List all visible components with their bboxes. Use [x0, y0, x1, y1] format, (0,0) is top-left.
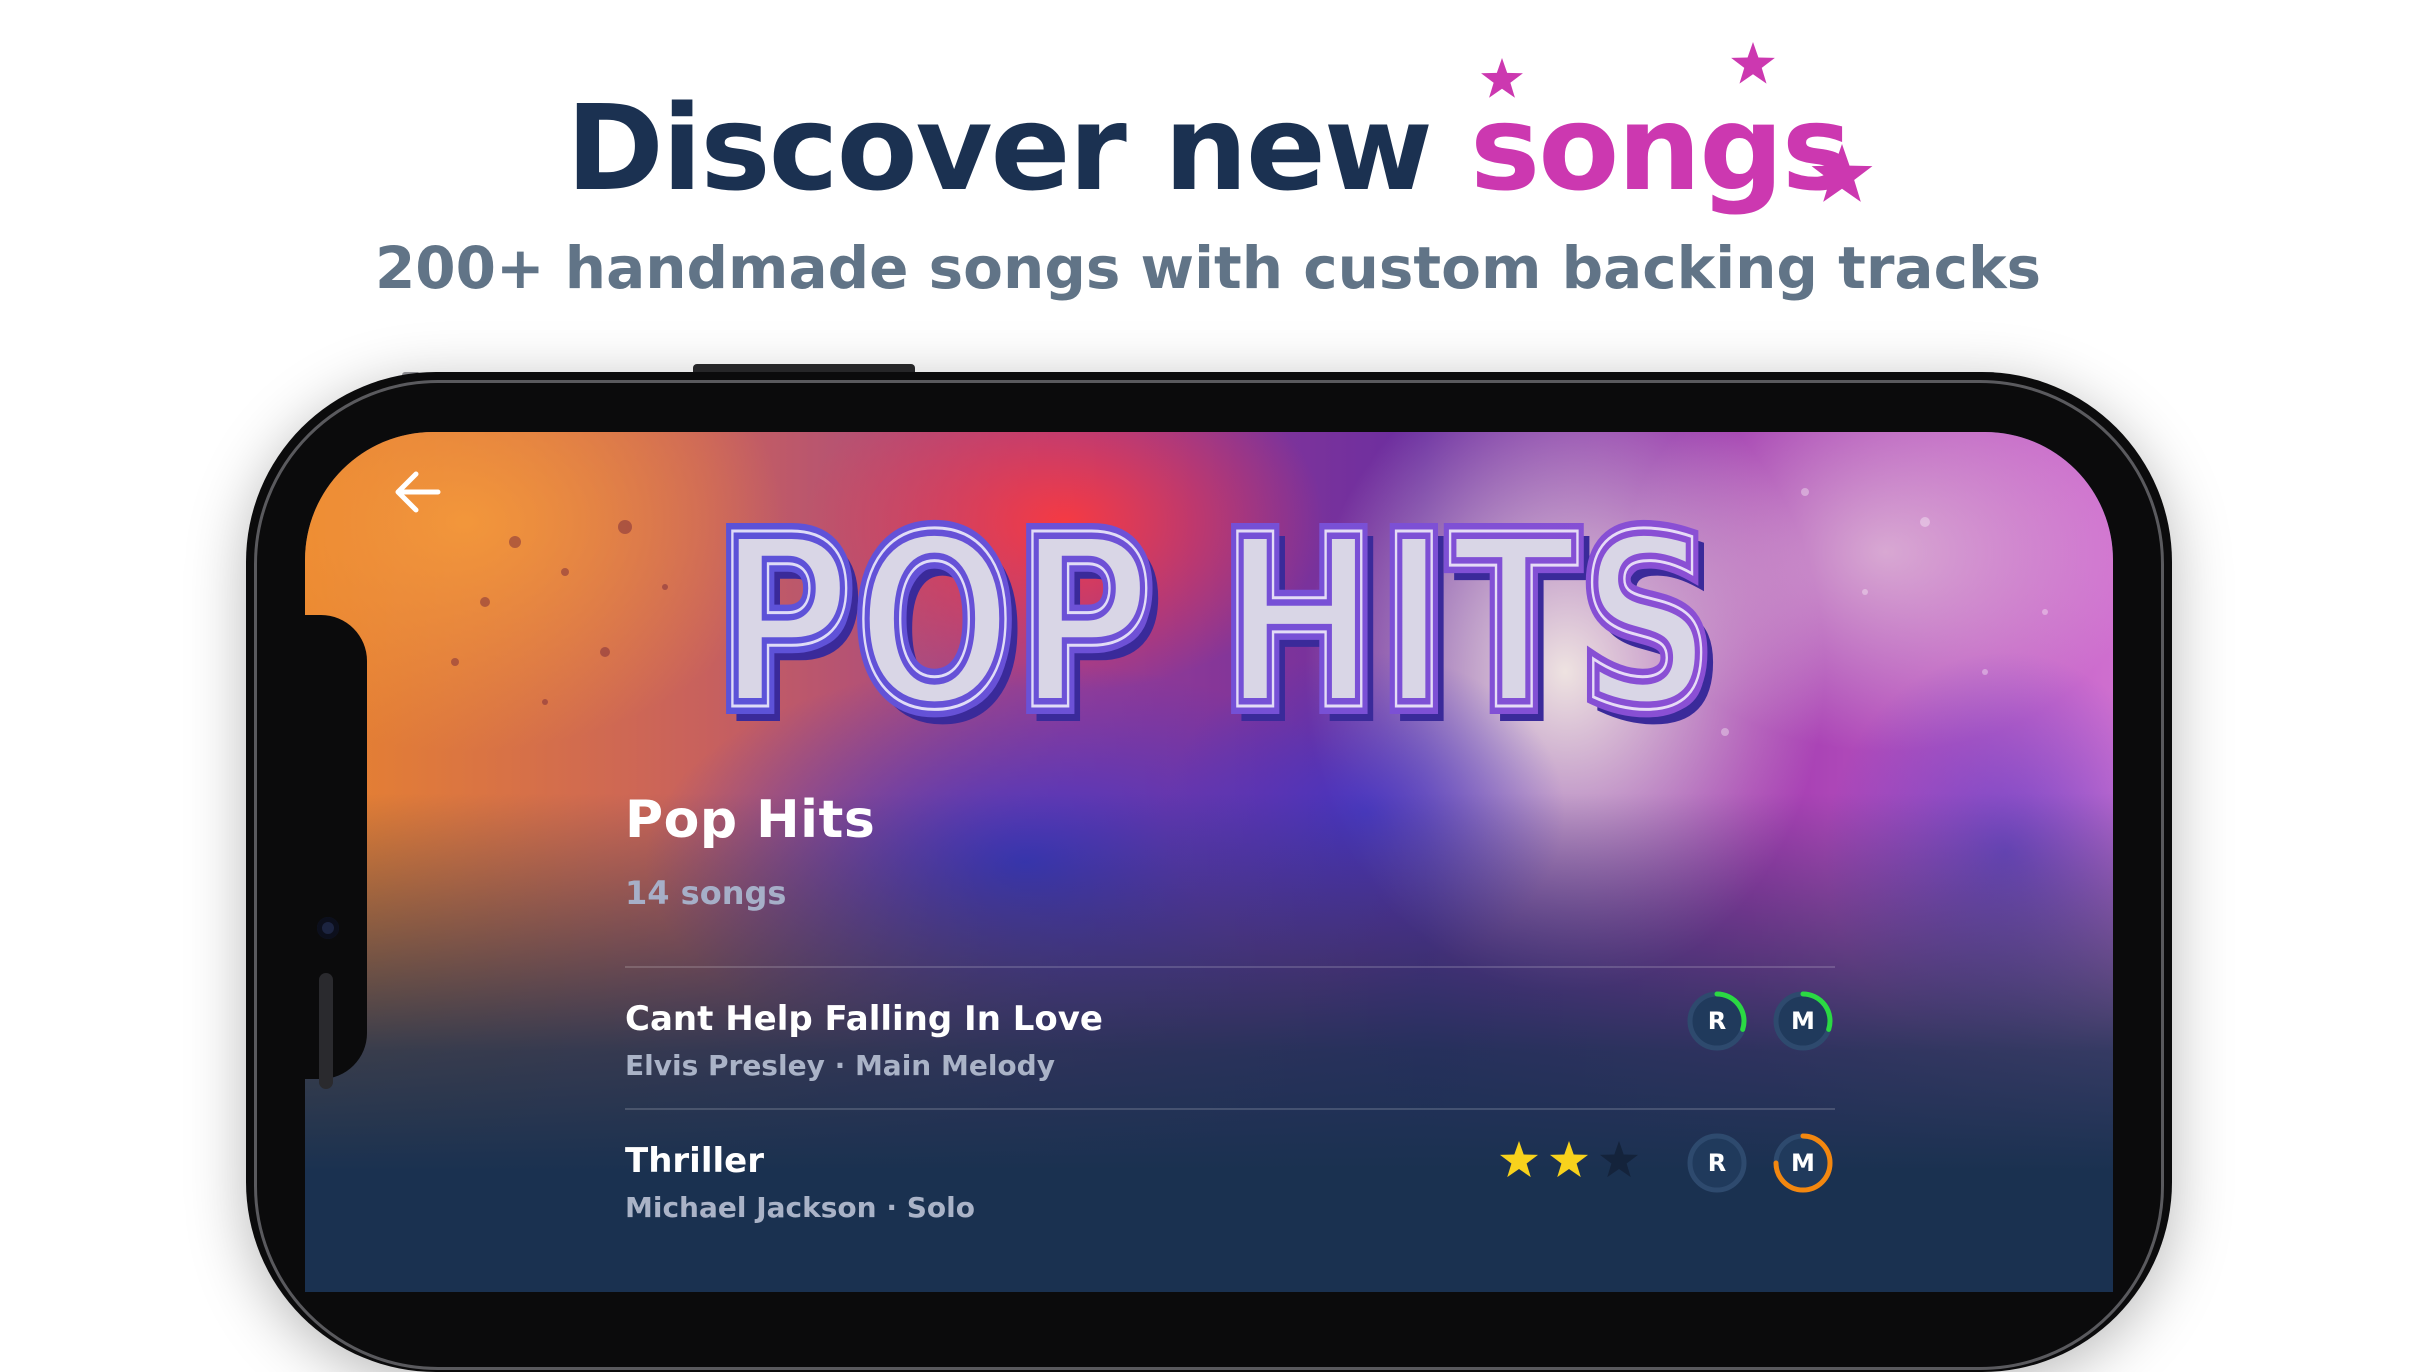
playlist-title: Pop Hits [625, 790, 876, 850]
phone-screen: POP HITS POP HITS POP HITS Pop Hits 14 s… [305, 432, 2113, 1292]
decorative-star-icon [1731, 42, 1775, 84]
song-title: Thriller [625, 1141, 764, 1181]
star-empty-icon [1599, 1141, 1639, 1178]
divider [625, 966, 1835, 968]
decorative-star-icon [1811, 144, 1873, 202]
cover-logo: POP HITS POP HITS POP HITS [715, 490, 1728, 750]
song-row[interactable]: Cant Help Falling In Love Elvis Presley … [625, 991, 1835, 1119]
melody-progress-badge[interactable]: M [1771, 1131, 1835, 1195]
badge-label: R [1707, 1149, 1727, 1177]
badge-label: M [1791, 1007, 1815, 1035]
rhythm-progress-badge[interactable]: R [1685, 989, 1749, 1053]
star-rating [1499, 1141, 1639, 1178]
badge-label: R [1707, 1007, 1727, 1035]
headline: Discover new songs [0, 78, 2416, 218]
decorative-star-icon [1481, 58, 1523, 98]
song-meta: Michael Jackson · Solo [625, 1191, 975, 1224]
song-meta: Elvis Presley · Main Melody [625, 1049, 1055, 1082]
subline: 200+ handmade songs with custom backing … [374, 234, 2042, 302]
front-camera [317, 917, 339, 939]
headline-accent: songs [1470, 79, 1852, 217]
badge-label: M [1791, 1149, 1815, 1177]
song-row[interactable]: Thriller Michael Jackson · Solo R M [625, 1133, 1835, 1261]
phone-notch [305, 615, 367, 1089]
cover-logo-outline: POP HITS [715, 490, 1715, 750]
star-filled-icon [1499, 1141, 1539, 1178]
divider [625, 1108, 1835, 1110]
arrow-left-icon [395, 471, 441, 513]
playlist-song-count: 14 songs [625, 874, 787, 912]
song-title: Cant Help Falling In Love [625, 999, 1103, 1039]
speaker-grille [319, 973, 333, 1089]
star-filled-icon [1549, 1141, 1589, 1178]
rhythm-progress-badge[interactable]: R [1685, 1131, 1749, 1195]
melody-progress-badge[interactable]: M [1771, 989, 1835, 1053]
back-button[interactable] [388, 462, 448, 522]
headline-main: Discover new [565, 79, 1433, 217]
